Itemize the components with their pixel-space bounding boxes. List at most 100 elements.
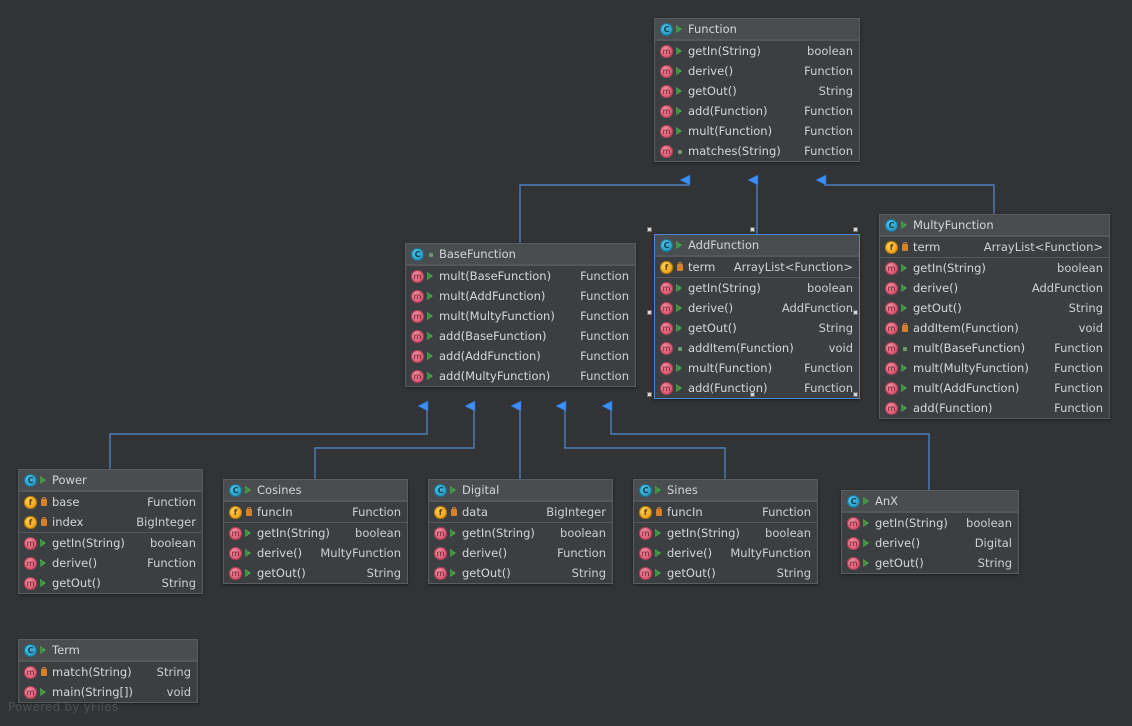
edge-cosines-basefunction — [314, 406, 474, 479]
uml-class-term[interactable]: Term match(String) String main(String[]) voi… — [18, 639, 198, 703]
uml-field-row[interactable]: index BigInteger — [19, 512, 202, 532]
uml-class-digital[interactable]: Digital data BigInteger getIn(String) boolea… — [428, 479, 613, 584]
uml-class-power[interactable]: Power base Function index BigInteger getIn(St… — [18, 469, 203, 594]
class-header[interactable]: AnX — [842, 491, 1018, 512]
uml-method-row[interactable]: getOut() String — [655, 81, 859, 101]
class-header[interactable]: Sines — [634, 480, 817, 501]
uml-method-row[interactable]: addItem(Function) void — [880, 318, 1109, 338]
uml-method-row[interactable]: derive() MultyFunction — [224, 543, 407, 563]
uml-method-row[interactable]: derive() Digital — [842, 533, 1018, 553]
uml-method-row[interactable]: getOut() String — [224, 563, 407, 583]
uml-field-row[interactable]: term ArrayList<Function> — [655, 257, 859, 277]
class-header[interactable]: Function — [655, 19, 859, 40]
uml-class-function[interactable]: Function getIn(String) boolean derive() Func… — [654, 18, 860, 162]
uml-method-row[interactable]: add(BaseFunction) Function — [406, 326, 635, 346]
class-icon — [411, 247, 424, 261]
selection-handle[interactable] — [853, 227, 858, 232]
selection-handle[interactable] — [853, 309, 858, 315]
public-visibility-icon — [676, 302, 685, 315]
uml-method-row[interactable]: getOut() String — [842, 553, 1018, 573]
uml-method-row[interactable]: add(MultyFunction) Function — [406, 366, 635, 386]
uml-method-row[interactable]: derive() AddFunction — [655, 298, 859, 318]
uml-field-row[interactable]: data BigInteger — [429, 502, 612, 522]
uml-method-row[interactable]: mult(AddFunction) Function — [880, 378, 1109, 398]
class-header[interactable]: BaseFunction — [406, 244, 635, 265]
method-icon — [660, 44, 673, 58]
uml-method-row[interactable]: mult(BaseFunction) Function — [406, 266, 635, 286]
uml-method-row[interactable]: getIn(String) boolean — [19, 533, 202, 553]
uml-method-row[interactable]: derive() AddFunction — [880, 278, 1109, 298]
uml-method-row[interactable]: add(AddFunction) Function — [406, 346, 635, 366]
uml-method-row[interactable]: main(String[]) void — [19, 682, 197, 702]
class-name: Digital — [462, 483, 500, 497]
diagram-canvas[interactable]: Function getIn(String) boolean derive() Func… — [0, 0, 1132, 726]
selection-handle[interactable] — [647, 309, 652, 315]
uml-method-row[interactable]: mult(Function) Function — [655, 121, 859, 141]
public-visibility-icon — [863, 517, 872, 530]
uml-method-row-name: addItem(Function) — [913, 321, 1019, 335]
uml-class-anx[interactable]: AnXgetIn(String)booleanderive()Digitalge… — [841, 490, 1019, 574]
uml-method-row[interactable]: matches(String) Function — [655, 141, 859, 161]
uml-field-row[interactable]: base Function — [19, 492, 202, 512]
uml-method-row[interactable]: addItem(Function) void — [655, 338, 859, 358]
selection-handle[interactable] — [750, 392, 755, 397]
uml-method-row[interactable]: mult(Function) Function — [655, 358, 859, 378]
uml-method-row[interactable]: mult(BaseFunction) Function — [880, 338, 1109, 358]
uml-class-sines[interactable]: Sines funcIn Function getIn(String) boolean d… — [633, 479, 818, 584]
methods-section: getIn(String) boolean derive() Function getO… — [429, 522, 612, 583]
uml-method-row[interactable]: getOut() String — [880, 298, 1109, 318]
uml-method-row[interactable]: getIn(String) boolean — [880, 258, 1109, 278]
uml-field-row[interactable]: funcIn Function — [224, 502, 407, 522]
uml-method-row[interactable]: getIn(String) boolean — [224, 523, 407, 543]
uml-method-row[interactable]: getIn(String) boolean — [655, 278, 859, 298]
class-header[interactable]: Term — [19, 640, 197, 661]
method-icon — [24, 685, 37, 699]
uml-method-row[interactable]: getOut() String — [634, 563, 817, 583]
uml-field-row-name: data — [462, 505, 488, 519]
public-visibility-icon — [676, 362, 685, 375]
uml-class-cosines[interactable]: Cosines funcIn Function getIn(String) boolea… — [223, 479, 408, 584]
uml-method-row-name: mult(Function) — [688, 124, 773, 138]
uml-field-row[interactable]: term ArrayList<Function> — [880, 237, 1109, 257]
uml-method-row[interactable]: getOut() String — [429, 563, 612, 583]
method-icon — [660, 301, 673, 315]
uml-method-row[interactable]: getIn(String) boolean — [655, 41, 859, 61]
class-icon — [885, 218, 898, 232]
uml-method-row[interactable]: derive() Function — [19, 553, 202, 573]
uml-class-basefunction[interactable]: BaseFunctionmult(BaseFunction)Functionmu… — [405, 243, 636, 387]
class-header[interactable]: AddFunction — [655, 235, 859, 256]
uml-method-row-type: String — [776, 566, 811, 580]
uml-method-row[interactable]: getIn(String) boolean — [634, 523, 817, 543]
uml-method-row-name: match(String) — [52, 665, 132, 679]
class-header[interactable]: Cosines — [224, 480, 407, 501]
uml-method-row[interactable]: getOut() String — [655, 318, 859, 338]
uml-method-row[interactable]: getIn(String) boolean — [842, 513, 1018, 533]
selection-handle[interactable] — [750, 227, 755, 232]
uml-field-row[interactable]: funcIn Function — [634, 502, 817, 522]
class-header[interactable]: Digital — [429, 480, 612, 501]
methods-section: getIn(String) boolean derive() AddFunction g… — [655, 277, 859, 398]
selection-handle[interactable] — [647, 392, 652, 397]
selection-handle[interactable] — [853, 392, 858, 397]
uml-method-row[interactable]: match(String) String — [19, 662, 197, 682]
uml-method-row[interactable]: add(Function) Function — [880, 398, 1109, 418]
uml-method-row[interactable]: getIn(String) boolean — [429, 523, 612, 543]
uml-method-row[interactable]: add(Function) Function — [655, 101, 859, 121]
uml-method-row[interactable]: add(Function) Function — [655, 378, 859, 398]
uml-method-row[interactable]: derive() Function — [429, 543, 612, 563]
uml-method-row[interactable]: mult(MultyFunction) Function — [880, 358, 1109, 378]
public-visibility-icon — [450, 527, 459, 540]
uml-class-multyfunction[interactable]: MultyFunction term ArrayList<Function> getI… — [879, 214, 1110, 419]
uml-method-row[interactable]: getOut() String — [19, 573, 202, 593]
selection-handle[interactable] — [647, 227, 652, 232]
uml-method-row[interactable]: mult(AddFunction) Function — [406, 286, 635, 306]
uml-class-addfunction[interactable]: AddFunction term ArrayList<Function> getIn(… — [654, 234, 860, 399]
uml-method-row[interactable]: derive() Function — [655, 61, 859, 81]
public-visibility-icon — [427, 310, 436, 323]
class-header[interactable]: Power — [19, 470, 202, 491]
uml-method-row[interactable]: derive() MultyFunction — [634, 543, 817, 563]
uml-method-row[interactable]: mult(MultyFunction) Function — [406, 306, 635, 326]
fields-section: funcIn Function — [224, 501, 407, 522]
class-header[interactable]: MultyFunction — [880, 215, 1109, 236]
public-visibility-icon — [655, 527, 664, 540]
